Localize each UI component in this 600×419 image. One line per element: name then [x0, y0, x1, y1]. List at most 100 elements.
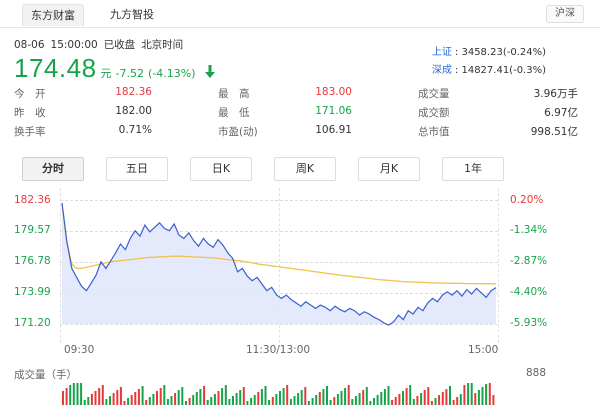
stats-row: 成交额 6.97亿 — [418, 105, 586, 124]
volume-bar — [459, 394, 462, 405]
volume-bar — [221, 388, 224, 405]
volume-bar — [159, 388, 162, 405]
tab-daily-k[interactable]: 日K — [190, 157, 252, 181]
volume-bar — [141, 386, 144, 405]
volume-bar — [195, 392, 198, 405]
price-unit: 元 — [100, 67, 112, 80]
volume-bar — [199, 389, 202, 405]
stats-row: 昨 收 182.00 最 低 171.06 — [14, 105, 434, 124]
tab-jiufang[interactable]: 九方智投 — [102, 4, 162, 26]
volume-bar — [246, 401, 249, 405]
volume-bar — [423, 390, 426, 405]
low-value: 171.06 — [315, 105, 352, 117]
volume-bar — [333, 397, 336, 405]
volume-bar — [438, 395, 441, 405]
volume-bar — [112, 393, 115, 405]
volume-bar — [307, 401, 310, 405]
volume-bar — [373, 398, 375, 405]
volume-chart-label: 成交量（手） — [14, 369, 77, 381]
tab-monthly-k[interactable]: 月K — [358, 157, 420, 181]
volume-bar — [311, 398, 314, 405]
volume-label: 成交量 — [418, 88, 450, 100]
volume-bar — [481, 387, 484, 405]
tab-one-year[interactable]: 1年 — [442, 157, 504, 181]
volume-bar — [430, 401, 433, 405]
quote-time: 08-06 15:00:00 已收盘 北京时间 — [14, 37, 189, 52]
pe-label: 市盈(动) — [218, 126, 258, 138]
volume-bar — [488, 383, 491, 405]
tab-weekly-k[interactable]: 周K — [274, 157, 336, 181]
volume-bar — [166, 399, 169, 405]
volume-bar — [148, 397, 151, 405]
volume-bar — [354, 396, 357, 405]
volume-bar — [213, 394, 216, 405]
x-tick-label: 11:30/13:00 — [246, 344, 311, 356]
volume-bar — [369, 401, 372, 405]
period-tab-bar: 分时 五日 日K 周K 月K 1年 — [22, 157, 582, 183]
volume-bar — [174, 393, 177, 405]
volume-bar — [83, 400, 86, 405]
current-price: 174.48 — [14, 53, 97, 83]
volume-bar — [441, 392, 444, 405]
volume-bar — [293, 396, 296, 405]
volume-bar — [336, 394, 339, 405]
index-name-sh[interactable]: 上证 — [432, 47, 452, 58]
volume-bar — [210, 397, 213, 405]
volume-bar — [98, 388, 101, 405]
volume-plot — [62, 383, 495, 405]
volume-bar — [87, 397, 90, 405]
turnover-value: 0.71% — [118, 124, 152, 136]
volume-bar — [206, 400, 209, 405]
volume-bar — [318, 392, 321, 405]
volume-bar — [402, 391, 404, 405]
price-plot — [61, 202, 497, 326]
volume-bar — [145, 400, 148, 405]
volume-bar — [416, 396, 419, 405]
volume-bar — [264, 386, 267, 405]
pe-value: 106.91 — [315, 124, 352, 136]
volume-bar — [362, 390, 365, 405]
volume-bar — [72, 383, 75, 405]
volume-bar — [286, 385, 289, 405]
volume-bar — [477, 390, 480, 405]
volume-bar — [130, 395, 133, 405]
tab-five-day[interactable]: 五日 — [106, 157, 168, 181]
arrow-down-icon — [205, 65, 215, 79]
tab-eastmoney[interactable]: 东方财富 — [22, 4, 84, 26]
volume-bar — [257, 392, 260, 405]
volume-bar — [242, 387, 245, 405]
volume-bar — [297, 393, 300, 405]
volume-bar — [192, 395, 195, 405]
volume-bar — [94, 391, 97, 405]
volume-bar — [177, 390, 180, 405]
volume-value: 3.96万手 — [533, 88, 578, 100]
volume-bar — [156, 391, 158, 405]
volume-bar — [394, 397, 397, 405]
volume-bar — [315, 395, 318, 405]
price-area — [62, 202, 496, 326]
volume-bar — [134, 392, 137, 405]
volume-bar — [185, 401, 187, 405]
volume-bar — [304, 387, 307, 405]
market-switch-button[interactable]: 沪深 — [546, 5, 584, 23]
volume-bar — [456, 397, 459, 405]
x-tick-label: 09:30 — [64, 344, 95, 356]
volume-bar — [405, 388, 408, 405]
volume-bar — [65, 388, 68, 405]
volume-bar — [101, 385, 104, 405]
volume-bar — [163, 385, 166, 405]
volume-bar — [322, 389, 325, 405]
timezone-label: 北京时间 — [141, 39, 184, 51]
volume-bar — [228, 399, 231, 405]
volume-bar — [271, 397, 274, 405]
volume-bar — [383, 389, 386, 405]
volume-bar — [474, 393, 477, 405]
amount-value: 6.97亿 — [544, 107, 578, 119]
intraday-chart[interactable]: 182.36 179.57 176.78 173.99 171.20 0.20%… — [0, 188, 600, 419]
volume-bar — [80, 383, 83, 405]
volume-bar — [109, 396, 111, 405]
index-name-sz[interactable]: 深成 — [432, 65, 452, 76]
tab-intraday[interactable]: 分时 — [22, 157, 84, 181]
volume-bar — [279, 391, 281, 405]
volume-bar — [224, 385, 227, 405]
